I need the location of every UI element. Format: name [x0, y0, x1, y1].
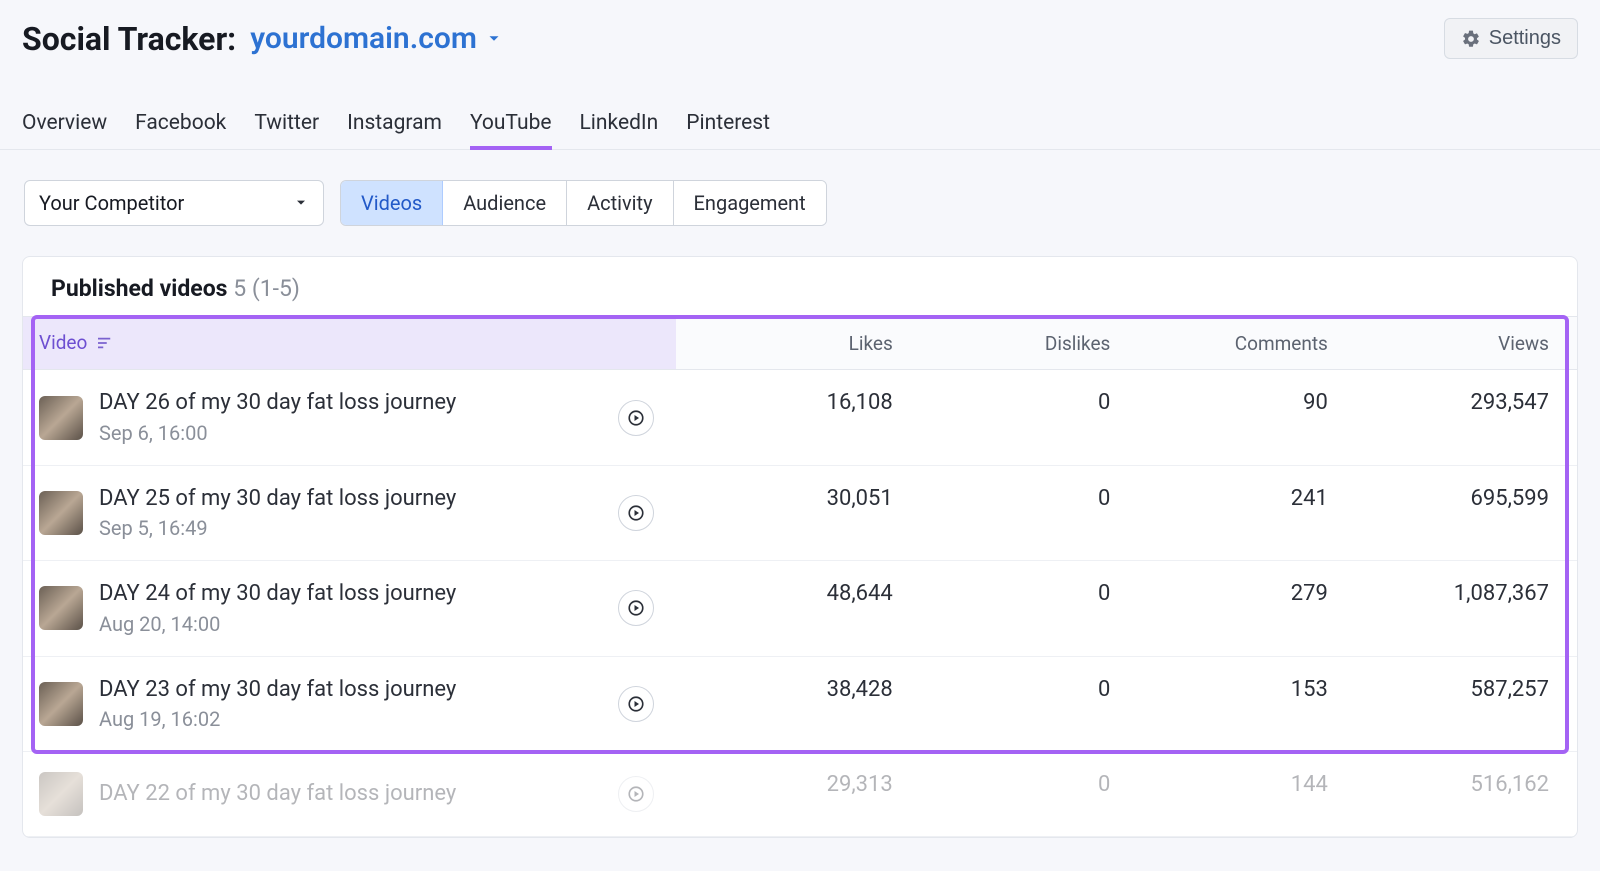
table-row: DAY 24 of my 30 day fat loss journey Aug … [23, 561, 1577, 656]
cell-comments: 241 [1126, 465, 1344, 560]
published-videos-panel: Published videos 5 (1-5) Video Likes Dis… [22, 256, 1578, 838]
play-button[interactable] [618, 686, 654, 722]
video-thumbnail[interactable] [39, 682, 83, 726]
col-header-views[interactable]: Views [1344, 317, 1577, 370]
video-cell: DAY 22 of my 30 day fat loss journey [23, 752, 676, 837]
video-title[interactable]: DAY 23 of my 30 day fat loss journey [99, 677, 602, 703]
domain-dropdown[interactable]: yourdomain.com [250, 21, 503, 56]
play-icon [627, 409, 645, 427]
videos-table: Video Likes Dislikes Comments Views DAY … [23, 316, 1577, 837]
cell-comments: 153 [1126, 656, 1344, 751]
tab-instagram[interactable]: Instagram [347, 111, 442, 149]
table-row: DAY 22 of my 30 day fat loss journey 29,3… [23, 752, 1577, 837]
cell-dislikes: 0 [909, 656, 1127, 751]
cell-views: 293,547 [1344, 370, 1577, 465]
cell-likes: 29,313 [676, 752, 909, 837]
segment-engagement[interactable]: Engagement [674, 181, 826, 225]
col-header-comments[interactable]: Comments [1126, 317, 1344, 370]
panel-title: Published videos 5 (1-5) [23, 257, 1577, 316]
cell-views: 587,257 [1344, 656, 1577, 751]
segment-videos[interactable]: Videos [340, 180, 443, 226]
video-title[interactable]: DAY 22 of my 30 day fat loss journey [99, 781, 602, 807]
play-button[interactable] [618, 590, 654, 626]
settings-label: Settings [1489, 27, 1561, 50]
cell-views: 695,599 [1344, 465, 1577, 560]
segment-activity[interactable]: Activity [567, 181, 673, 225]
video-thumbnail[interactable] [39, 772, 83, 816]
page-title: Social Tracker: [22, 20, 236, 58]
competitor-label: Your Competitor [39, 191, 184, 215]
panel-count: 5 (1-5) [233, 275, 300, 302]
tab-overview[interactable]: Overview [22, 111, 107, 149]
settings-button[interactable]: Settings [1444, 18, 1578, 59]
video-date: Sep 5, 16:49 [99, 516, 602, 540]
chevron-down-icon [485, 30, 503, 48]
view-segments: VideosAudienceActivityEngagement [340, 180, 827, 226]
col-header-likes[interactable]: Likes [676, 317, 909, 370]
cell-likes: 16,108 [676, 370, 909, 465]
cell-comments: 279 [1126, 561, 1344, 656]
col-header-dislikes[interactable]: Dislikes [909, 317, 1127, 370]
segment-audience[interactable]: Audience [443, 181, 567, 225]
video-title[interactable]: DAY 26 of my 30 day fat loss journey [99, 390, 602, 416]
play-icon [627, 695, 645, 713]
video-cell: DAY 25 of my 30 day fat loss journey Sep … [23, 465, 676, 560]
cell-likes: 38,428 [676, 656, 909, 751]
table-row: DAY 23 of my 30 day fat loss journey Aug … [23, 656, 1577, 751]
video-thumbnail[interactable] [39, 396, 83, 440]
video-title[interactable]: DAY 24 of my 30 day fat loss journey [99, 581, 602, 607]
cell-views: 1,087,367 [1344, 561, 1577, 656]
cell-comments: 90 [1126, 370, 1344, 465]
table-row: DAY 25 of my 30 day fat loss journey Sep … [23, 465, 1577, 560]
tab-pinterest[interactable]: Pinterest [686, 111, 770, 149]
tab-linkedin[interactable]: LinkedIn [580, 111, 659, 149]
video-date: Sep 6, 16:00 [99, 421, 602, 445]
gear-icon [1461, 29, 1481, 49]
tab-youtube[interactable]: YouTube [470, 111, 552, 149]
tab-facebook[interactable]: Facebook [135, 111, 226, 149]
cell-comments: 144 [1126, 752, 1344, 837]
tab-twitter[interactable]: Twitter [254, 111, 319, 149]
page-heading: Social Tracker: yourdomain.com [22, 20, 503, 58]
sort-icon [98, 332, 112, 355]
channel-tabs: Overview Facebook Twitter Instagram YouTube L… [0, 111, 1600, 150]
col-header-video[interactable]: Video [23, 317, 676, 370]
play-button[interactable] [618, 400, 654, 436]
cell-dislikes: 0 [909, 465, 1127, 560]
video-thumbnail[interactable] [39, 491, 83, 535]
competitor-dropdown[interactable]: Your Competitor [24, 180, 324, 226]
play-button[interactable] [618, 495, 654, 531]
play-icon [627, 599, 645, 617]
video-thumbnail[interactable] [39, 586, 83, 630]
cell-dislikes: 0 [909, 752, 1127, 837]
video-date: Aug 20, 14:00 [99, 612, 602, 636]
video-cell: DAY 24 of my 30 day fat loss journey Aug … [23, 561, 676, 656]
video-cell: DAY 26 of my 30 day fat loss journey Sep … [23, 370, 676, 465]
video-title[interactable]: DAY 25 of my 30 day fat loss journey [99, 486, 602, 512]
video-date: Aug 19, 16:02 [99, 707, 602, 731]
cell-dislikes: 0 [909, 561, 1127, 656]
cell-likes: 30,051 [676, 465, 909, 560]
play-icon [627, 504, 645, 522]
cell-dislikes: 0 [909, 370, 1127, 465]
video-cell: DAY 23 of my 30 day fat loss journey Aug … [23, 656, 676, 751]
play-icon [627, 785, 645, 803]
chevron-down-icon [293, 195, 309, 211]
cell-likes: 48,644 [676, 561, 909, 656]
play-button[interactable] [618, 776, 654, 812]
table-row: DAY 26 of my 30 day fat loss journey Sep … [23, 370, 1577, 465]
cell-views: 516,162 [1344, 752, 1577, 837]
domain-name: yourdomain.com [250, 21, 477, 56]
